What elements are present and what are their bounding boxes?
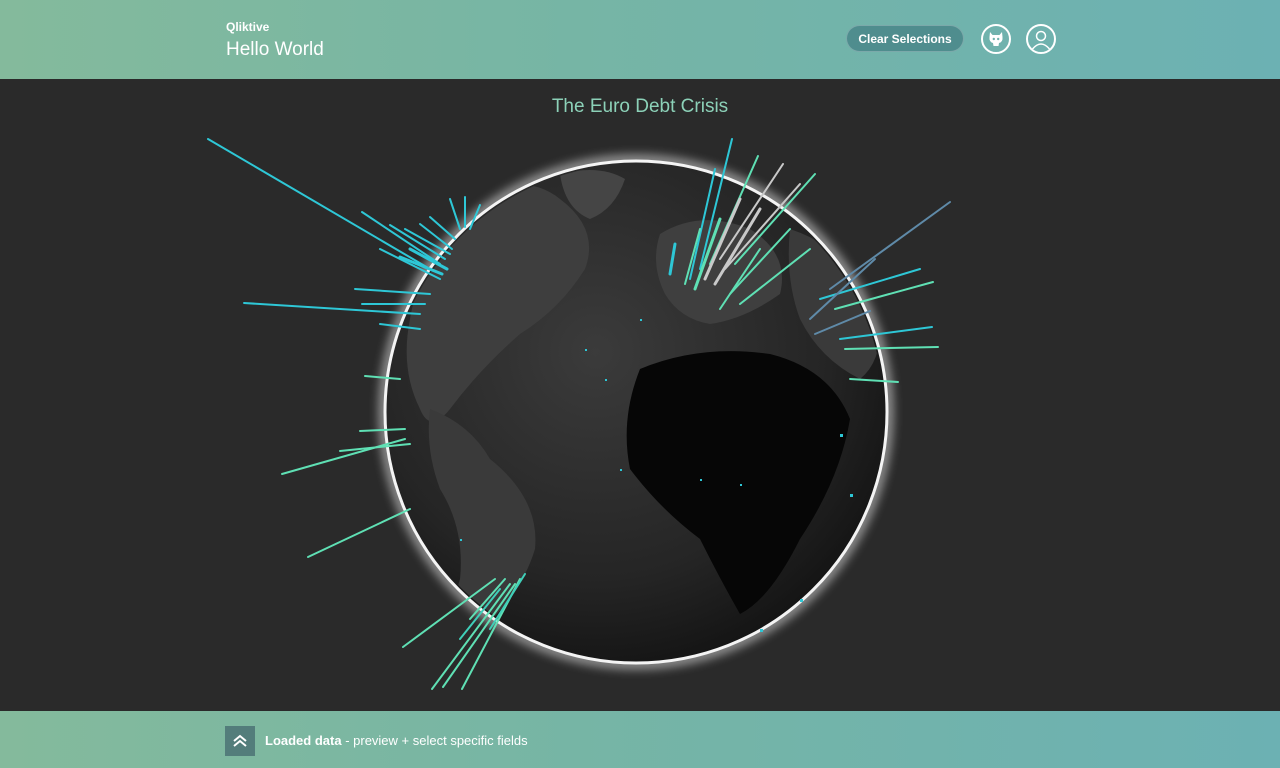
globe-visualization[interactable] [0, 79, 1280, 711]
loaded-data-label: Loaded data [265, 733, 342, 748]
app-footer: Loaded data - preview + select specific … [0, 711, 1280, 768]
double-chevron-up-icon[interactable] [225, 726, 255, 756]
brand-name: Qliktive [226, 20, 270, 34]
loaded-data-link[interactable]: Loaded data - preview + select specific … [265, 733, 528, 748]
user-icon[interactable] [1026, 24, 1056, 54]
loaded-data-description: - preview + select specific fields [341, 733, 528, 748]
visualization-area: The Euro Debt Crisis [0, 79, 1280, 711]
clear-selections-button[interactable]: Clear Selections [846, 25, 964, 52]
brand-block: Qliktive Hello World [226, 20, 324, 61]
app-title: Hello World [226, 39, 324, 60]
app-header: Qliktive Hello World Clear Selections [0, 0, 1280, 79]
github-icon[interactable] [981, 24, 1011, 54]
chart-title: The Euro Debt Crisis [551, 96, 729, 117]
